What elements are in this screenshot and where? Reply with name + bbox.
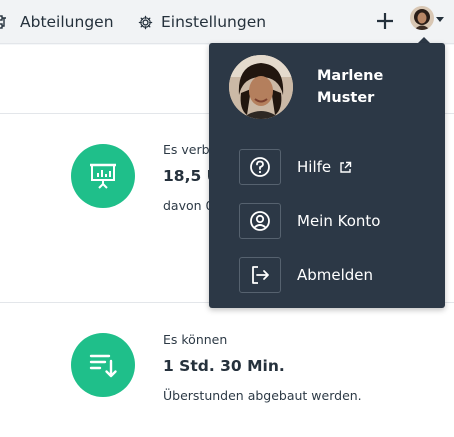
- sort-down-icon: [89, 354, 117, 378]
- user-avatar-button[interactable]: [410, 6, 434, 30]
- menu-item-logout-label: Abmelden: [297, 266, 374, 284]
- plus-icon: [377, 13, 393, 29]
- nav-departments-label: Abteilungen: [20, 13, 114, 31]
- menu-item-my-account-label: Mein Konto: [297, 212, 381, 230]
- user-full-name: Marlene Muster: [317, 65, 427, 109]
- menu-item-my-account[interactable]: Mein Konto: [239, 203, 429, 239]
- overtime-card-icon-circle: [71, 333, 135, 397]
- logout-icon-box: [239, 257, 281, 293]
- top-navigation-bar: Abteilungen Einstellungen: [0, 0, 454, 44]
- user-last-name: Muster: [317, 90, 375, 106]
- avatar-image: [410, 6, 434, 30]
- user-first-name: Marlene: [317, 68, 384, 84]
- nav-settings-label: Einstellungen: [161, 13, 267, 31]
- sign-out-icon: [252, 266, 269, 284]
- menu-item-logout[interactable]: Abmelden: [239, 257, 429, 293]
- sitemap-icon: [0, 14, 12, 30]
- gear-icon: [138, 15, 153, 30]
- question-circle-icon: [250, 157, 270, 177]
- presentation-chart-icon: [90, 163, 116, 189]
- menu-item-help-label: Hilfe: [297, 158, 332, 176]
- overtime-value: 1 Std. 30 Min.: [163, 357, 285, 375]
- menu-item-help[interactable]: Hilfe: [239, 149, 429, 185]
- nav-settings[interactable]: Einstellungen: [138, 0, 266, 44]
- account-icon-box: [239, 203, 281, 239]
- add-button[interactable]: [372, 8, 398, 34]
- chevron-down-icon[interactable]: [436, 17, 444, 22]
- overtime-detail-text: Überstunden abgebaut werden.: [163, 388, 362, 403]
- user-dropdown-menu: Marlene Muster Hilfe Mein Konto Abmelden: [209, 43, 445, 308]
- help-icon-box: [239, 149, 281, 185]
- vacation-card-icon-circle: [71, 144, 135, 208]
- avatar-image: [229, 55, 293, 119]
- nav-departments[interactable]: Abteilungen: [0, 0, 114, 44]
- overtime-intro-text: Es können: [163, 332, 228, 347]
- user-avatar: [229, 55, 293, 119]
- user-circle-icon: [250, 211, 270, 231]
- external-link-icon: [339, 161, 352, 174]
